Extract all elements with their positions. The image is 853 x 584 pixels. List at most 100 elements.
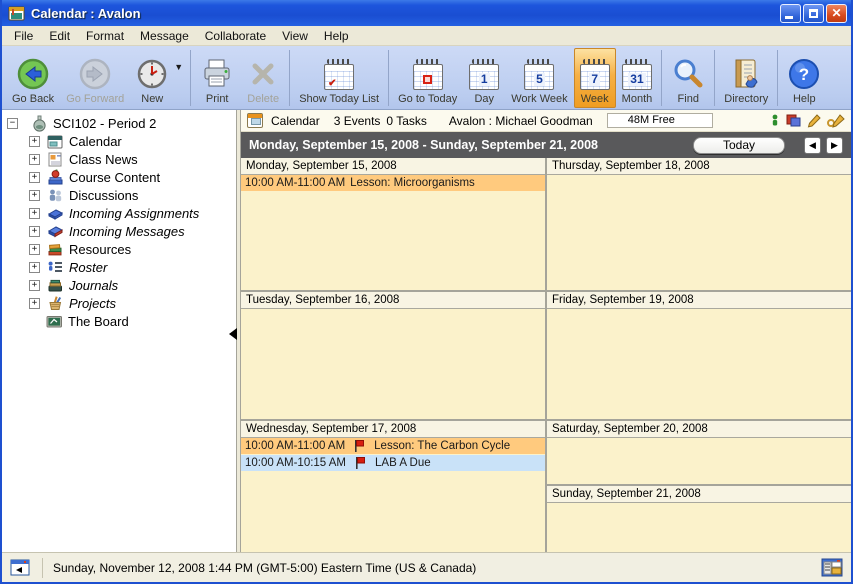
expand-plus[interactable]: +	[29, 244, 40, 255]
event-lesson-carbon-cycle[interactable]: 10:00 AM-11:00 AM Lesson: The Carbon Cyc…	[241, 438, 545, 454]
day-cell-tuesday[interactable]: Tuesday, September 16, 2008	[241, 292, 545, 421]
expand-plus[interactable]: +	[29, 280, 40, 291]
window-title: Calendar : Avalon	[31, 6, 778, 21]
day-body[interactable]	[547, 438, 851, 484]
minimize-icon	[785, 16, 793, 19]
day-view-button[interactable]: 1 Day	[463, 48, 505, 108]
layers-icon	[786, 114, 801, 127]
day-body[interactable]: 10:00 AM-11:00 AM Lesson: Microorganisms	[241, 175, 545, 290]
day-cell-thursday[interactable]: Thursday, September 18, 2008	[547, 158, 851, 292]
event-lab-a-due[interactable]: 10:00 AM-10:15 AM LAB A Due	[241, 455, 545, 471]
go-to-today-button[interactable]: Go to Today	[392, 48, 463, 108]
sidebar-item-incoming-assignments[interactable]: + Incoming Assignments	[2, 204, 236, 222]
close-icon: ✕	[831, 6, 841, 20]
expand-plus[interactable]: +	[29, 226, 40, 237]
day-body[interactable]	[241, 309, 545, 419]
find-button[interactable]: Find	[665, 48, 711, 108]
toolbar-separator	[777, 50, 778, 106]
event-lesson-microorganisms[interactable]: 10:00 AM-11:00 AM Lesson: Microorganisms	[241, 175, 545, 191]
week-view-button[interactable]: 7 Week	[574, 48, 616, 108]
sidebar-item-journals[interactable]: + Journals	[2, 276, 236, 294]
day-cell-wednesday[interactable]: Wednesday, September 17, 2008 10:00 AM-1…	[241, 421, 545, 552]
sidebar-tree: − SCI102 - Period 2 + Calendar + Class N…	[2, 110, 236, 552]
day-body[interactable]: 10:00 AM-11:00 AM Lesson: The Carbon Cyc…	[241, 438, 545, 552]
status-separator	[42, 558, 43, 578]
go-back-icon	[16, 56, 50, 92]
expand-plus[interactable]: +	[29, 262, 40, 273]
menu-help[interactable]: Help	[316, 29, 357, 43]
expand-plus[interactable]: +	[29, 298, 40, 309]
menu-message[interactable]: Message	[132, 29, 197, 43]
go-forward-button[interactable]: Go Forward	[60, 48, 130, 108]
expand-plus[interactable]: +	[29, 172, 40, 183]
sidebar-item-projects[interactable]: + Projects	[2, 294, 236, 312]
layout-windows-icon[interactable]	[821, 558, 843, 577]
news-icon	[47, 151, 64, 168]
day-body[interactable]	[547, 503, 851, 552]
directory-button[interactable]: Directory	[718, 48, 774, 108]
splitter-collapse-icon[interactable]	[229, 328, 237, 340]
calendar-info-bar: Calendar 3 Events 0 Tasks Avalon : Micha…	[241, 110, 851, 132]
help-button[interactable]: ? Help	[781, 48, 827, 108]
collapse-expander[interactable]: −	[7, 118, 18, 129]
sidebar-item-incoming-messages[interactable]: + Incoming Messages	[2, 222, 236, 240]
show-today-list-button[interactable]: ✔ Show Today List	[293, 48, 385, 108]
sidebar-splitter[interactable]	[236, 110, 241, 552]
sidebar-item-discussions[interactable]: + Discussions	[2, 186, 236, 204]
info-bar-status-icons	[770, 114, 845, 128]
menu-format[interactable]: Format	[78, 29, 132, 43]
toolbar-separator	[388, 50, 389, 106]
sidebar-item-the-board[interactable]: The Board	[2, 312, 236, 330]
main-area: − SCI102 - Period 2 + Calendar + Class N…	[2, 110, 851, 552]
day-cell-monday[interactable]: Monday, September 15, 2008 10:00 AM-11:0…	[241, 158, 545, 292]
minimize-button[interactable]	[780, 4, 801, 23]
day-cell-sunday[interactable]: Sunday, September 21, 2008	[547, 486, 851, 552]
delete-button[interactable]: Delete	[240, 48, 286, 108]
toggle-panel-icon[interactable]	[10, 559, 30, 576]
sidebar-item-roster[interactable]: + Roster	[2, 258, 236, 276]
print-button[interactable]: Print	[194, 48, 240, 108]
expand-plus[interactable]: +	[29, 190, 40, 201]
next-week-button[interactable]: ▶	[826, 137, 843, 154]
day-body[interactable]	[547, 309, 851, 419]
maximize-button[interactable]	[803, 4, 824, 23]
day-cell-saturday[interactable]: Saturday, September 20, 2008	[547, 421, 851, 486]
go-back-button[interactable]: Go Back	[6, 48, 60, 108]
roster-list-icon	[47, 259, 64, 276]
calendar-pane: Calendar 3 Events 0 Tasks Avalon : Micha…	[241, 110, 851, 552]
menu-file[interactable]: File	[6, 29, 41, 43]
day-header: Wednesday, September 17, 2008	[241, 421, 545, 438]
toolbar: Go Back Go Forward New ▼ Print Delete ✔ …	[2, 46, 851, 110]
menu-view[interactable]: View	[274, 29, 316, 43]
red-flag-icon	[354, 440, 364, 452]
expand-plus[interactable]: +	[29, 136, 40, 147]
sidebar-item-calendar[interactable]: + Calendar	[2, 132, 236, 150]
pane-title: Calendar	[271, 114, 320, 128]
day-body[interactable]	[547, 175, 851, 290]
svg-text:?: ?	[799, 65, 809, 84]
sidebar-item-class-news[interactable]: + Class News	[2, 150, 236, 168]
sidebar-item-course-content[interactable]: + Course Content	[2, 168, 236, 186]
calendar-month-icon: 31	[622, 56, 652, 92]
today-button[interactable]: Today	[693, 137, 785, 154]
previous-week-button[interactable]: ◀	[804, 137, 821, 154]
close-button[interactable]: ✕	[826, 4, 847, 23]
sidebar-item-class-root[interactable]: − SCI102 - Period 2	[2, 114, 236, 132]
day-cell-friday[interactable]: Friday, September 19, 2008	[547, 292, 851, 421]
menu-bar: File Edit Format Message Collaborate Vie…	[2, 26, 851, 46]
month-view-button[interactable]: 31 Month	[616, 48, 659, 108]
expand-plus[interactable]: +	[29, 154, 40, 165]
expand-plus[interactable]: +	[29, 208, 40, 219]
menu-edit[interactable]: Edit	[41, 29, 78, 43]
book-stack-icon	[47, 241, 64, 258]
new-dropdown-arrow[interactable]: ▼	[174, 62, 183, 72]
calendar-small-icon	[247, 113, 263, 128]
sidebar-item-resources[interactable]: + Resources	[2, 240, 236, 258]
work-week-view-button[interactable]: 5 Work Week	[505, 48, 573, 108]
menu-collaborate[interactable]: Collaborate	[197, 29, 274, 43]
new-button[interactable]: New	[130, 48, 174, 108]
apple-books-icon	[47, 169, 64, 186]
day-header: Sunday, September 21, 2008	[547, 486, 851, 503]
week-header-bar: Monday, September 15, 2008 - Sunday, Sep…	[241, 132, 851, 158]
calendar-week-icon: 7	[580, 56, 610, 92]
